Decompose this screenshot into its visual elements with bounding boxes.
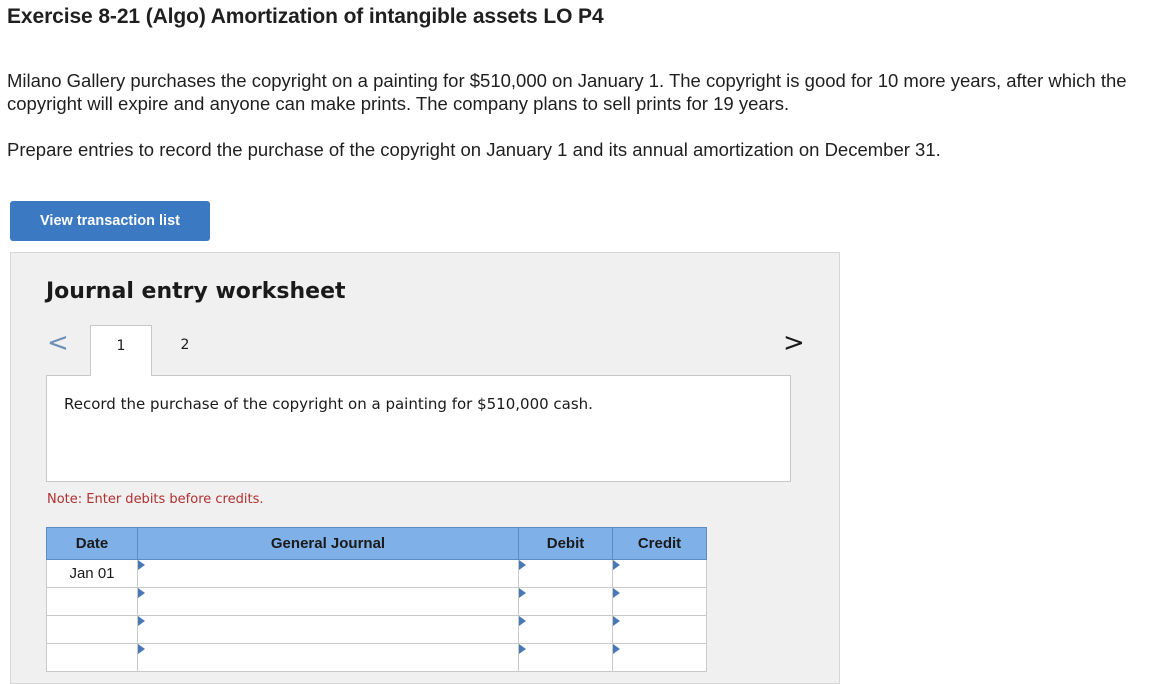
view-transaction-list-button[interactable]: View transaction list — [10, 201, 210, 241]
general-journal-input[interactable] — [138, 644, 518, 671]
dropdown-triangle-icon — [138, 616, 145, 626]
debit-cell[interactable] — [518, 643, 613, 672]
input-triangle-icon — [519, 560, 526, 570]
table-row: Jan 01 — [46, 559, 707, 588]
input-triangle-icon — [613, 560, 620, 570]
date-cell: Jan 01 — [46, 559, 138, 588]
input-triangle-icon — [613, 616, 620, 626]
entry-note: Note: Enter debits before credits. — [47, 492, 264, 507]
input-triangle-icon — [519, 588, 526, 598]
general-journal-cell[interactable] — [137, 643, 519, 672]
date-cell — [46, 643, 138, 672]
credit-cell[interactable] — [612, 559, 707, 588]
credit-input[interactable] — [613, 644, 706, 671]
debit-input[interactable] — [519, 616, 612, 643]
debit-input[interactable] — [519, 588, 612, 615]
header-general-journal: General Journal — [137, 527, 519, 560]
table-row — [46, 587, 707, 616]
date-cell — [46, 587, 138, 616]
dropdown-triangle-icon — [138, 588, 145, 598]
credit-cell[interactable] — [612, 587, 707, 616]
tab-2[interactable]: 2 — [154, 325, 216, 375]
journal-header-row: Date General Journal Debit Credit — [46, 527, 707, 560]
input-triangle-icon — [519, 644, 526, 654]
debit-cell[interactable] — [518, 615, 613, 644]
tab-1[interactable]: 1 — [90, 325, 152, 376]
chevron-right-icon[interactable]: > — [783, 330, 805, 356]
header-credit: Credit — [612, 527, 707, 560]
dropdown-triangle-icon — [138, 560, 145, 570]
journal-entry-worksheet: Journal entry worksheet < 1 2 > Record t… — [10, 252, 840, 684]
debit-cell[interactable] — [518, 587, 613, 616]
input-triangle-icon — [519, 616, 526, 626]
debit-input[interactable] — [519, 644, 612, 671]
general-journal-input[interactable] — [138, 588, 518, 615]
worksheet-title: Journal entry worksheet — [46, 279, 346, 304]
transaction-instruction: Record the purchase of the copyright on … — [64, 395, 593, 413]
general-journal-cell[interactable] — [137, 615, 519, 644]
credit-input[interactable] — [613, 588, 706, 615]
problem-description: Milano Gallery purchases the copyright o… — [7, 70, 1127, 114]
table-row — [46, 643, 707, 672]
input-triangle-icon — [613, 588, 620, 598]
credit-input[interactable] — [613, 560, 706, 587]
journal-table: Date General Journal Debit Credit Jan 01 — [46, 527, 707, 672]
input-triangle-icon — [613, 644, 620, 654]
credit-cell[interactable] — [612, 643, 707, 672]
header-date: Date — [46, 527, 138, 560]
chevron-left-icon[interactable]: < — [47, 330, 69, 356]
general-journal-cell[interactable] — [137, 559, 519, 588]
credit-cell[interactable] — [612, 615, 707, 644]
debit-input[interactable] — [519, 560, 612, 587]
general-journal-input[interactable] — [138, 560, 518, 587]
debit-cell[interactable] — [518, 559, 613, 588]
general-journal-cell[interactable] — [137, 587, 519, 616]
date-cell — [46, 615, 138, 644]
exercise-title: Exercise 8-21 (Algo) Amortization of int… — [7, 5, 604, 28]
table-row — [46, 615, 707, 644]
general-journal-input[interactable] — [138, 616, 518, 643]
problem-instruction: Prepare entries to record the purchase o… — [7, 139, 941, 160]
header-debit: Debit — [518, 527, 613, 560]
dropdown-triangle-icon — [138, 644, 145, 654]
credit-input[interactable] — [613, 616, 706, 643]
transaction-instruction-box: Record the purchase of the copyright on … — [46, 375, 791, 482]
